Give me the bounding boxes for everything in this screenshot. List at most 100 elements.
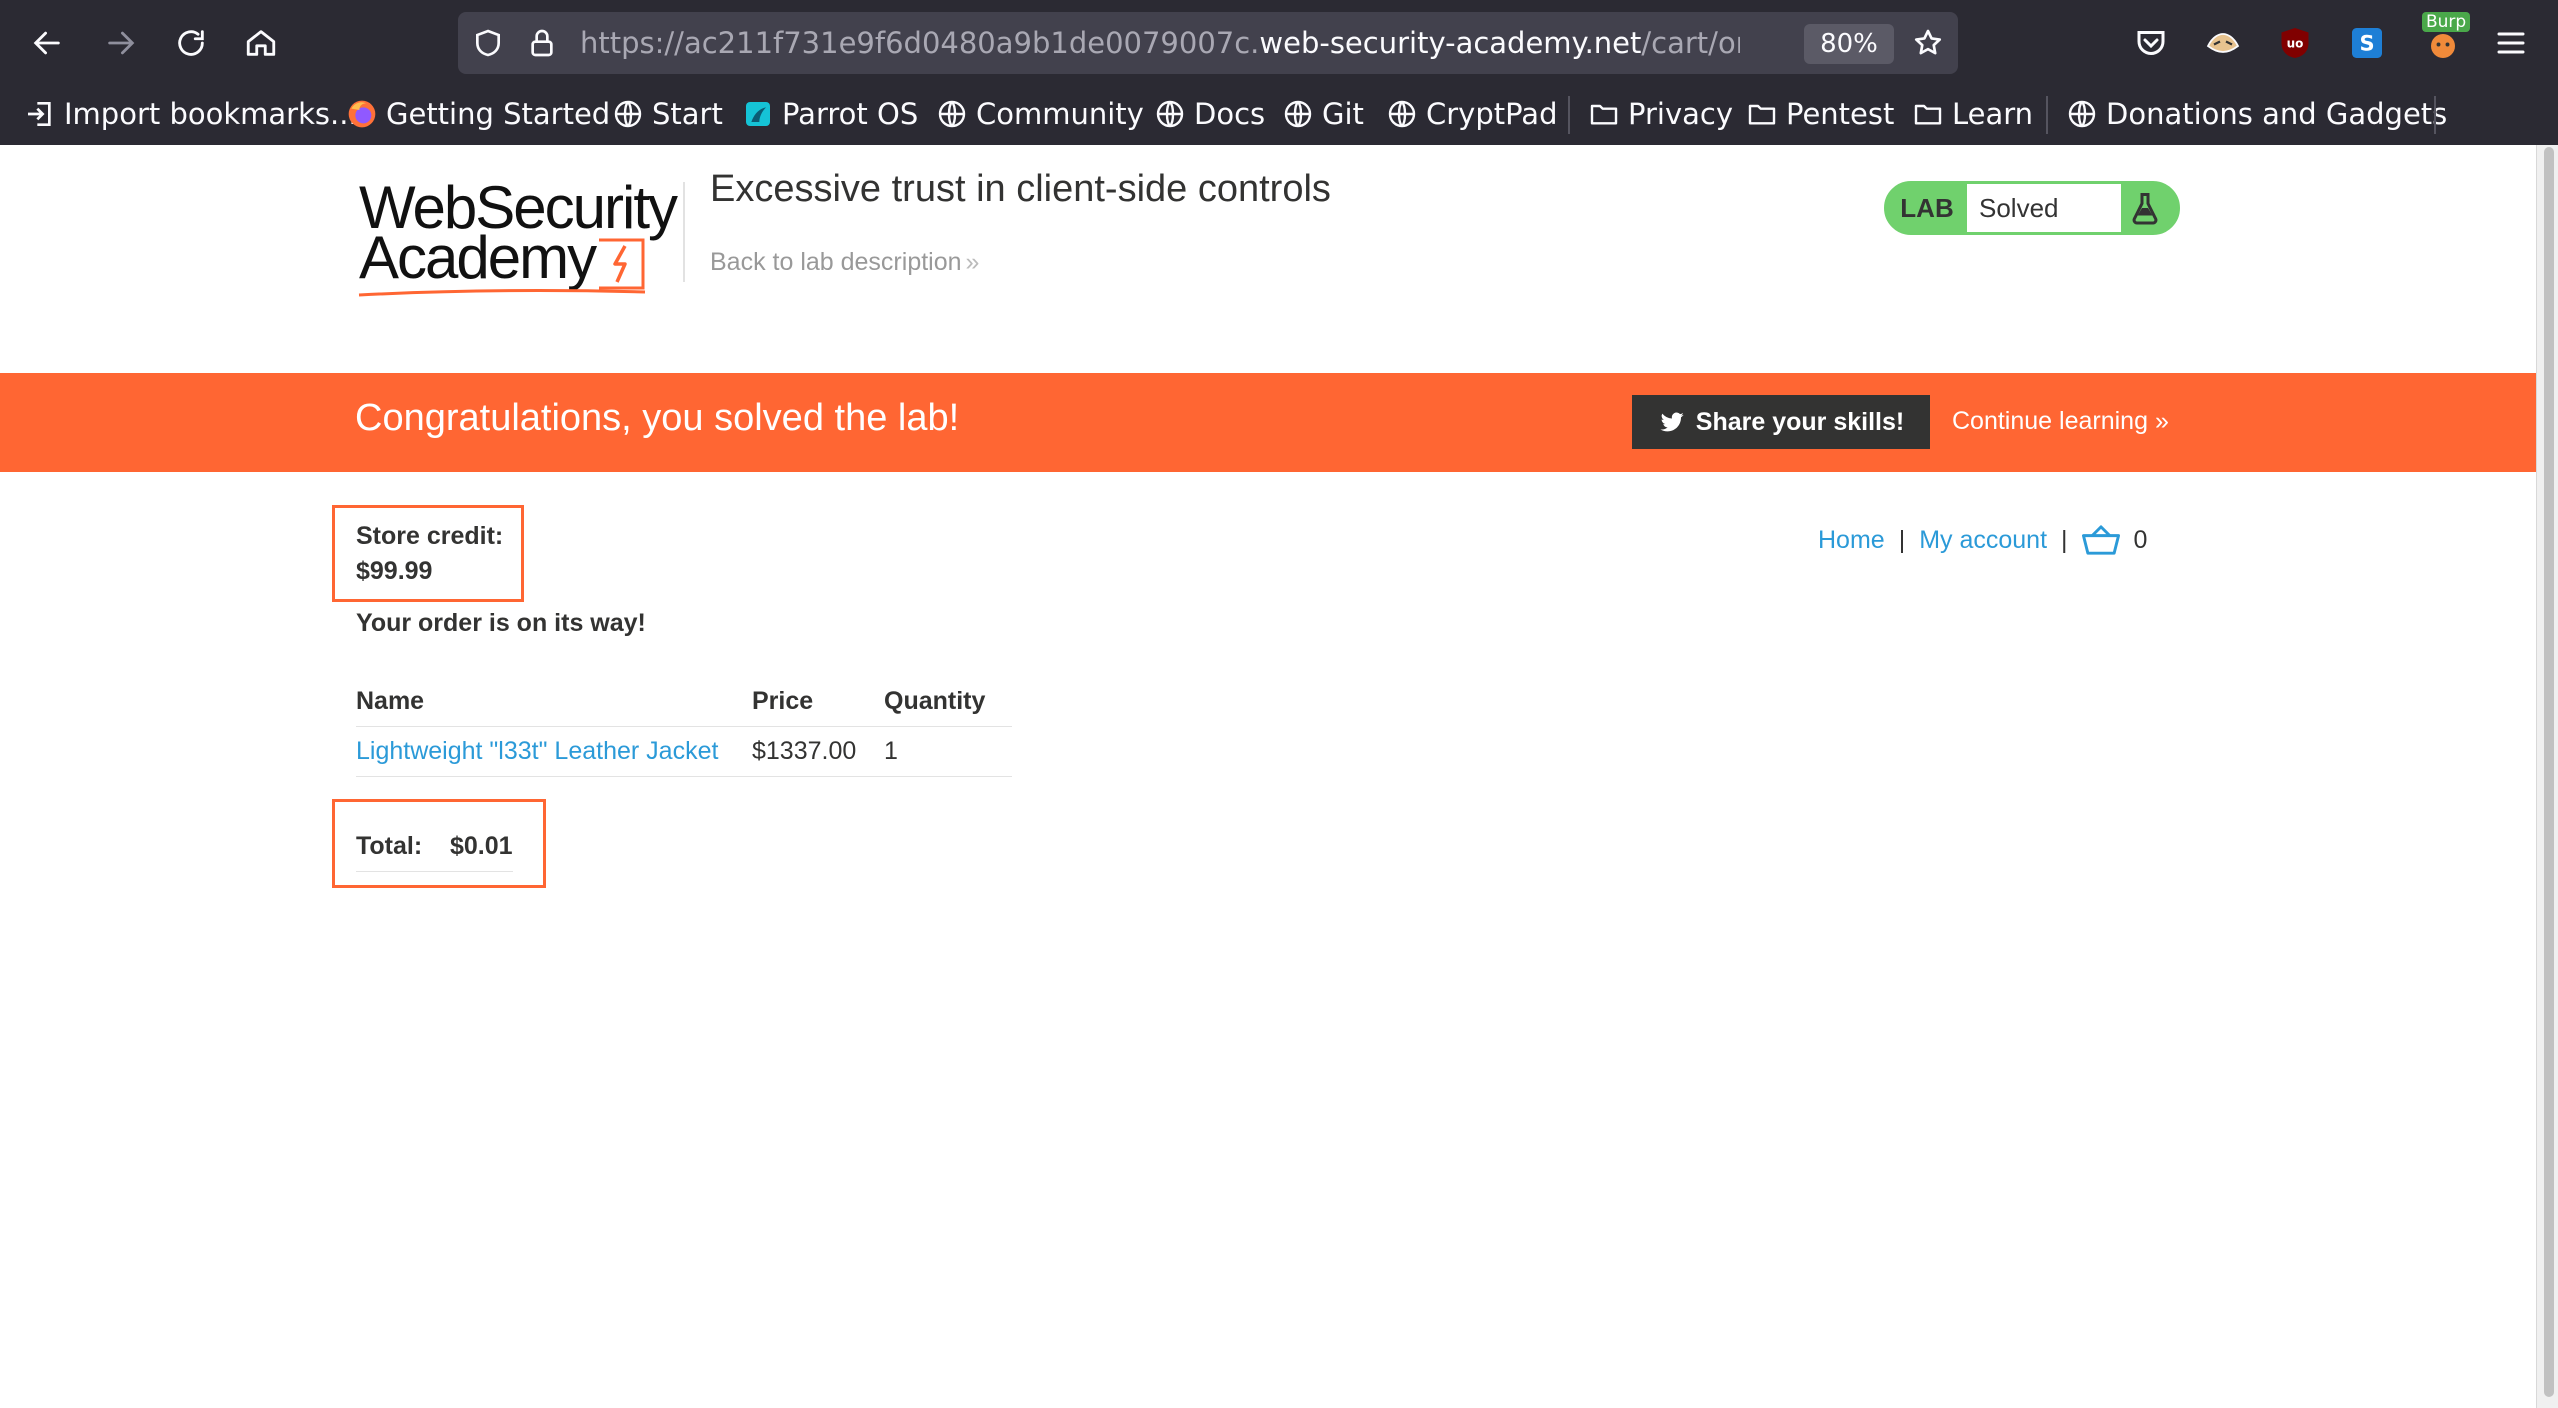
table-row: Lightweight "l33t" Leather Jacket $1337.… (356, 725, 1012, 777)
url-path: /cart/order-co (1641, 26, 1740, 60)
bookmark-star-icon[interactable] (1910, 25, 1946, 61)
browser-chrome: https://ac211f731e9f6d0480a9b1de0079007c… (0, 0, 2558, 145)
wappalyzer-extension-icon[interactable]: S (2346, 22, 2388, 64)
bookmark-start[interactable]: Start (612, 92, 723, 136)
arrow-right-icon (108, 31, 135, 55)
bookmark-label: Pentest (1786, 97, 1895, 131)
product-quantity-cell: 1 (884, 725, 1012, 777)
bookmark-folder-privacy[interactable]: Privacy (1588, 92, 1733, 136)
bookmark-label: Community (976, 97, 1144, 131)
globe-icon (938, 100, 966, 128)
lab-status-badge: LAB Solved (1884, 181, 2180, 235)
bookmark-label: CryptPad (1426, 97, 1558, 131)
bookmark-label: Import bookmarks... (64, 97, 358, 131)
reload-icon (178, 30, 204, 56)
cart-basket-icon[interactable] (2081, 523, 2120, 557)
globe-icon (2068, 100, 2096, 128)
bookmark-label: Donations and Gadgets (2106, 97, 2448, 131)
shield-icon[interactable] (470, 25, 506, 61)
header-divider (683, 182, 685, 282)
bookmarks-separator (2046, 96, 2048, 134)
browser-toolbar: https://ac211f731e9f6d0480a9b1de0079007c… (0, 0, 2558, 84)
column-header-name: Name (356, 686, 425, 715)
bookmark-git[interactable]: Git (1282, 92, 1364, 136)
bookmark-label: Git (1322, 97, 1364, 131)
product-price-cell: $1337.00 (752, 725, 884, 777)
parrot-icon (746, 102, 770, 126)
double-chevron-right-icon: » (965, 248, 980, 276)
folder-icon (1748, 104, 1776, 125)
arrow-left-icon (33, 31, 60, 55)
home-link[interactable]: Home (1818, 526, 1885, 555)
lock-icon[interactable] (524, 25, 560, 61)
folder-icon (1914, 104, 1942, 125)
bookmarks-toolbar: Import bookmarks... Getting Started Star… (0, 84, 2558, 145)
total-label: Total: (356, 832, 423, 860)
url-text[interactable]: https://ac211f731e9f6d0480a9b1de0079007c… (580, 24, 1740, 62)
bookmark-parrot-os[interactable]: Parrot OS (742, 92, 918, 136)
lightning-logo-icon (599, 238, 645, 290)
back-to-lab-description-link[interactable]: Back to lab description» (710, 248, 979, 277)
bookmark-getting-started[interactable]: Getting Started (346, 92, 610, 136)
globe-icon (1156, 100, 1184, 128)
foxyproxy-extension-icon[interactable] (2202, 22, 2244, 64)
ublock-extension-icon[interactable]: uo (2274, 22, 2316, 64)
bookmark-folder-pentest[interactable]: Pentest (1746, 92, 1894, 136)
share-skills-button[interactable]: Share your skills! (1632, 395, 1930, 449)
address-bar[interactable]: https://ac211f731e9f6d0480a9b1de0079007c… (458, 12, 1958, 74)
order-confirmation-message: Your order is on its way! (356, 609, 646, 637)
top-links: Home | My account | 0 (1818, 520, 2147, 560)
bookmark-label: Parrot OS (782, 97, 919, 131)
folder-icon (1590, 104, 1618, 125)
scrollbar-thumb[interactable] (2544, 147, 2554, 1397)
bookmark-docs[interactable]: Docs (1154, 92, 1265, 136)
svg-text:S: S (2359, 32, 2374, 56)
forward-button[interactable] (96, 18, 146, 68)
web-security-academy-logo[interactable]: WebSecurity Academy (355, 178, 685, 298)
nav-separator: | (2061, 525, 2068, 554)
logo-underline (358, 289, 646, 297)
globe-icon (1388, 100, 1416, 128)
lab-title: Excessive trust in client-side controls (710, 168, 1331, 210)
bookmark-label: Privacy (1628, 97, 1733, 131)
share-label: Share your skills! (1695, 407, 1905, 436)
globe-icon (1284, 100, 1312, 128)
my-account-link[interactable]: My account (1919, 526, 2047, 555)
product-name-cell: Lightweight "l33t" Leather Jacket (356, 725, 752, 777)
logo-line-2: Academy (359, 224, 597, 291)
bookmark-label: Learn (1952, 97, 2034, 131)
import-icon (28, 102, 51, 126)
back-button[interactable] (22, 18, 72, 68)
flask-icon (2132, 193, 2158, 225)
reload-button[interactable] (166, 18, 216, 68)
bookmark-label: Start (652, 97, 723, 131)
lab-tag: LAB (1900, 193, 1954, 223)
menu-icon[interactable] (2490, 22, 2532, 64)
bookmarks-separator (1568, 96, 1570, 134)
zoom-level-button[interactable]: 80% (1804, 24, 1894, 64)
continue-label: Continue learning (1952, 407, 2148, 435)
notification-banner: Congratulations, you solved the lab! Sha… (0, 373, 2536, 472)
globe-icon (614, 100, 642, 128)
store-credit-value: $99.99 (356, 557, 433, 585)
bookmark-cryptpad[interactable]: CryptPad (1386, 92, 1557, 136)
home-button[interactable] (236, 18, 286, 68)
svg-text:uo: uo (2287, 37, 2304, 51)
bookmark-label: Docs (1194, 97, 1266, 131)
bookmark-import[interactable]: Import bookmarks... (24, 92, 358, 136)
home-icon (246, 30, 276, 56)
column-header-quantity: Quantity (884, 686, 986, 715)
table-header-row: Name Price Quantity (356, 676, 1012, 726)
store-credit-label: Store credit: (356, 522, 504, 550)
cart-count: 0 (2133, 525, 2148, 554)
bookmarks-separator (2434, 96, 2436, 134)
bookmark-folder-learn[interactable]: Learn (1912, 92, 2033, 136)
congratulations-message: Congratulations, you solved the lab! (355, 397, 960, 439)
product-link[interactable]: Lightweight "l33t" Leather Jacket (356, 737, 718, 765)
pocket-icon[interactable] (2130, 22, 2172, 64)
bookmark-donations[interactable]: Donations and Gadgets (2066, 92, 2447, 136)
continue-learning-link[interactable]: Continue learning » (1952, 407, 2169, 436)
bookmark-community[interactable]: Community (936, 92, 1144, 136)
lab-status-text: Solved (1967, 184, 2121, 232)
column-header-price: Price (752, 686, 814, 715)
